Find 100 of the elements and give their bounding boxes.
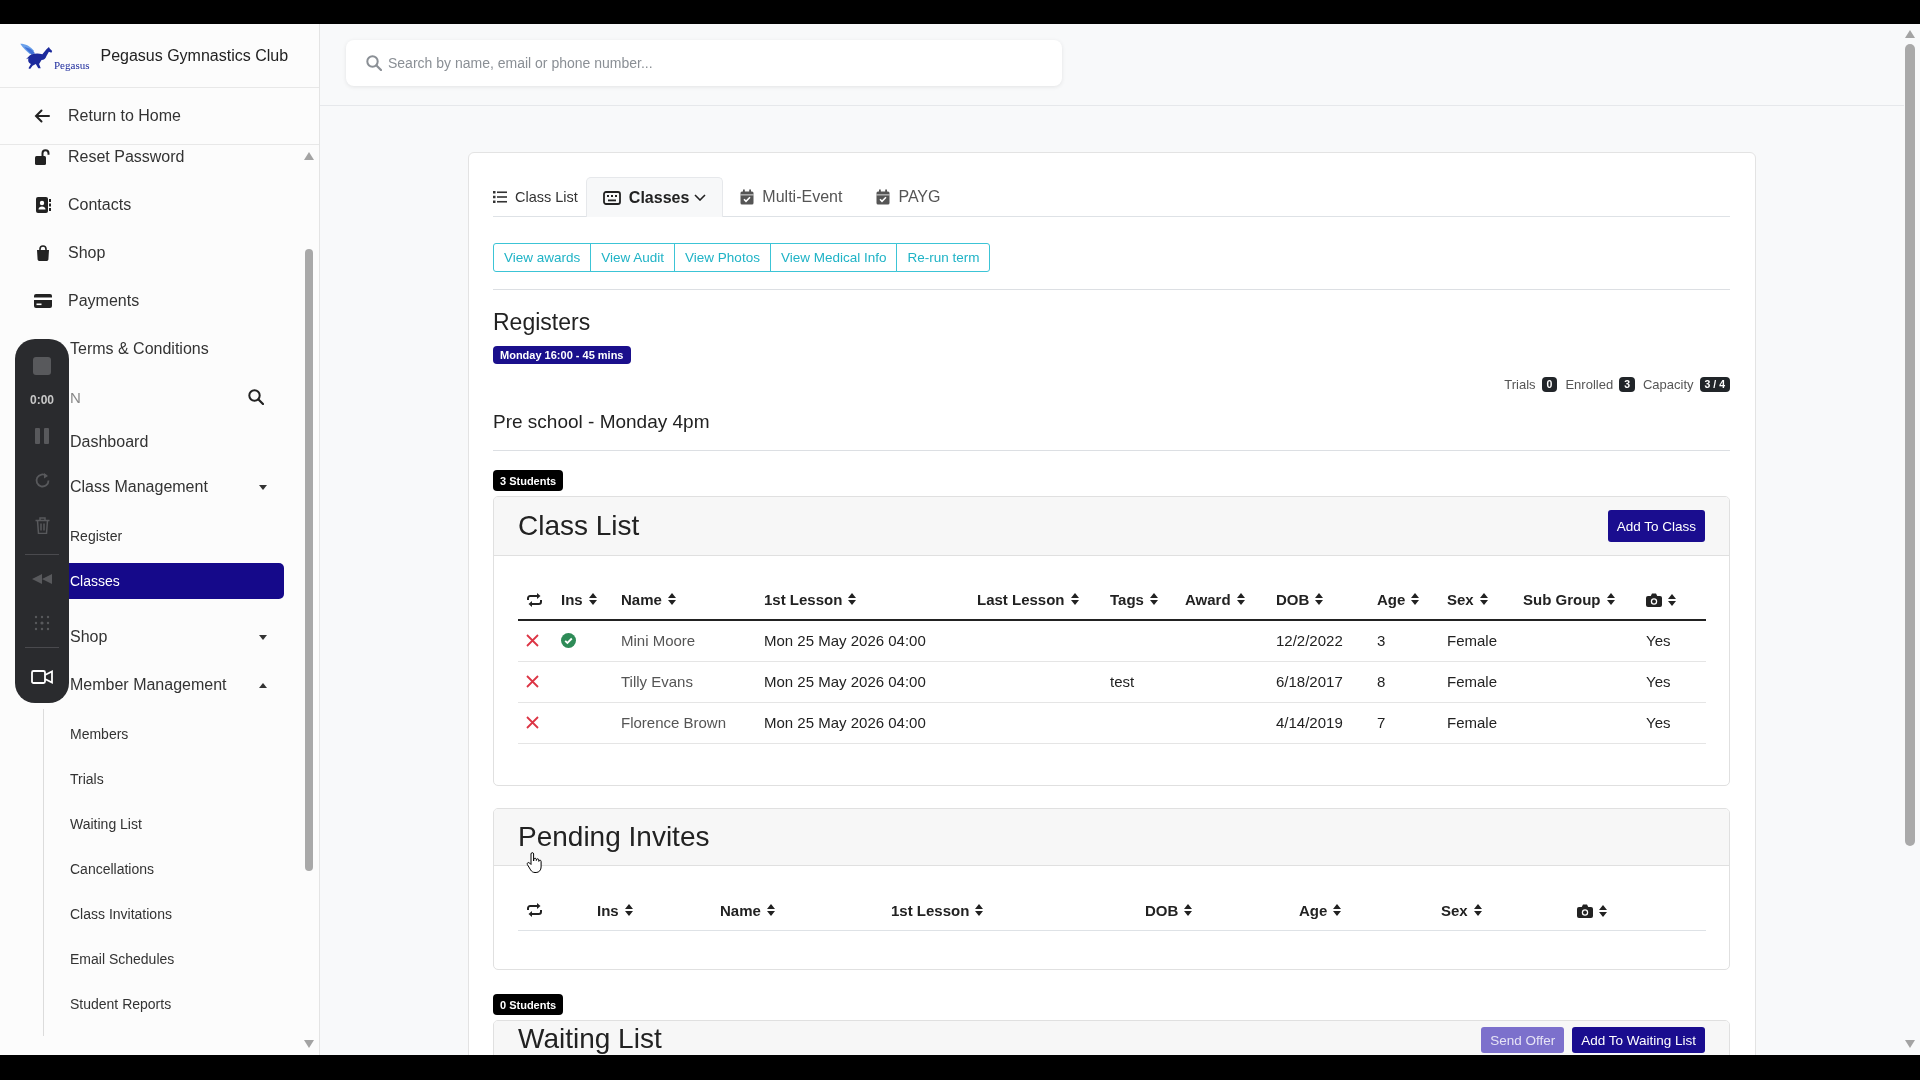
sidebar-subitem[interactable]: Email Schedules (69, 940, 284, 977)
sidebar-subitem[interactable]: Trials (69, 760, 284, 797)
sidebar-subitem[interactable]: Waiting List (69, 805, 284, 842)
caret-up-icon[interactable] (259, 682, 267, 688)
sort-icon[interactable] (1184, 904, 1193, 916)
scrollbar-thumb[interactable] (305, 249, 313, 871)
table-cell: Florence Brown (613, 702, 756, 743)
sort-icon[interactable] (624, 904, 633, 916)
sidebar-item[interactable]: Payments (0, 277, 304, 325)
table-cell: 12/2/2022 (1268, 620, 1369, 661)
column-header[interactable]: Last Lesson (977, 590, 1079, 608)
table-cell: Yes (1638, 702, 1706, 743)
column-header[interactable]: DOB (1145, 901, 1193, 919)
sort-icon[interactable] (1668, 594, 1676, 606)
sync-icon[interactable] (526, 591, 543, 608)
column-header[interactable]: Name (720, 901, 775, 919)
column-header[interactable]: Sex (1447, 590, 1488, 608)
add-to-class-button[interactable]: Add To Class (1607, 510, 1705, 542)
sort-icon[interactable] (1315, 593, 1324, 606)
chevron-down-icon[interactable] (694, 194, 707, 201)
sort-icon[interactable] (1473, 904, 1482, 916)
sort-icon[interactable] (975, 904, 984, 916)
table-cell: Tilly Evans (613, 661, 756, 702)
calendar-check-icon (740, 189, 755, 205)
sidebar-item[interactable]: Dashboard (70, 421, 304, 463)
sort-icon[interactable] (1411, 593, 1420, 606)
sort-icon[interactable] (1333, 904, 1342, 916)
tab[interactable]: Classes (585, 177, 724, 217)
stat-label: Trials (1504, 376, 1536, 392)
column-header[interactable]: Name (621, 590, 676, 608)
sort-icon[interactable] (1070, 593, 1079, 606)
table-cell: test (1102, 661, 1177, 702)
dot-grid-icon[interactable] (34, 615, 50, 631)
sort-icon[interactable] (848, 593, 857, 606)
stat-count: 3 / 4 (1699, 376, 1730, 392)
column-header[interactable]: Sub Group (1523, 590, 1615, 608)
section-title: Registers (493, 308, 592, 336)
sort-icon[interactable] (1606, 593, 1615, 606)
sidebar-subitem[interactable]: Register (69, 517, 284, 554)
sidebar-item[interactable]: Member Management (70, 661, 304, 709)
table-cell: Female (1439, 620, 1515, 661)
shopping-bag-icon (36, 245, 50, 261)
tab[interactable]: Multi-Event (723, 177, 860, 216)
column-header[interactable]: Ins (561, 590, 597, 608)
sidebar-subitem[interactable]: Classes (69, 562, 284, 599)
arrow-left-icon (34, 109, 50, 123)
column-header[interactable]: Ins (597, 901, 633, 919)
contact-book-icon (35, 197, 51, 213)
sort-icon[interactable] (588, 593, 597, 606)
sidebar-subitem[interactable]: Class Invitations (69, 895, 284, 932)
cross-icon[interactable] (526, 716, 539, 729)
table-cell: Female (1439, 702, 1515, 743)
sort-icon[interactable] (1599, 904, 1607, 917)
waiting-list-button[interactable]: Add To Waiting List (1572, 1027, 1705, 1053)
tab[interactable]: PAYG (859, 177, 958, 216)
column-header[interactable]: 1st Lesson (891, 901, 984, 919)
sidebar-subitem[interactable]: Student Reports (69, 985, 284, 1022)
camera-icon (1646, 593, 1662, 607)
sidebar-item[interactable]: Shop (70, 613, 304, 661)
sort-icon[interactable] (1149, 593, 1158, 606)
sort-icon[interactable] (766, 904, 775, 916)
column-header[interactable]: 1st Lesson (764, 590, 857, 608)
search-icon[interactable] (248, 389, 264, 405)
column-header[interactable]: Award (1185, 590, 1245, 608)
sync-icon[interactable] (526, 902, 543, 919)
sidebar-item[interactable]: Shop (0, 229, 304, 277)
caret-down-icon[interactable] (259, 484, 267, 490)
table-cell: Mini Moore (613, 620, 756, 661)
table-cell: 7 (1369, 702, 1439, 743)
cross-icon[interactable] (526, 634, 539, 648)
column-header[interactable]: Sex (1441, 901, 1482, 919)
cross-icon[interactable] (526, 675, 539, 688)
restart-icon[interactable] (33, 472, 51, 489)
sort-icon[interactable] (1479, 593, 1488, 606)
scrollbar-thumb[interactable] (1905, 44, 1915, 846)
panel-title: Class List (518, 510, 640, 542)
column-header[interactable]: Age (1299, 901, 1342, 919)
schedule-badge: Monday 16:00 - 45 mins (493, 346, 631, 364)
sort-icon[interactable] (667, 593, 676, 606)
table-cell: Yes (1638, 620, 1706, 661)
sidebar-item[interactable]: Contacts (0, 181, 304, 229)
sidebar-item[interactable]: Class Management (70, 463, 304, 511)
sidebar-subitem[interactable]: Members (69, 715, 284, 752)
column-header[interactable]: DOB (1276, 590, 1324, 608)
column-header[interactable]: Age (1377, 590, 1420, 608)
search-field[interactable]: Search by name, email or phone number... (346, 40, 1062, 86)
sidebar-item[interactable]: Terms & Conditions (70, 325, 304, 373)
video-camera-icon[interactable] (31, 669, 53, 685)
tab[interactable]: Class List (493, 177, 586, 216)
table-cell: 4/14/2019 (1268, 702, 1369, 743)
column-header[interactable] (1646, 593, 1676, 607)
sidebar-item[interactable]: Reset Password (0, 145, 304, 181)
sidebar-subitem[interactable]: Cancellations (69, 850, 284, 887)
stat-count: 3 (1619, 376, 1635, 392)
column-header[interactable]: Tags (1110, 590, 1158, 608)
return-link[interactable]: Return to Home (0, 88, 319, 145)
sort-icon[interactable] (1236, 593, 1245, 606)
caret-down-icon[interactable] (259, 634, 267, 640)
table-cell: 8 (1369, 661, 1439, 702)
column-header[interactable] (1577, 903, 1607, 918)
